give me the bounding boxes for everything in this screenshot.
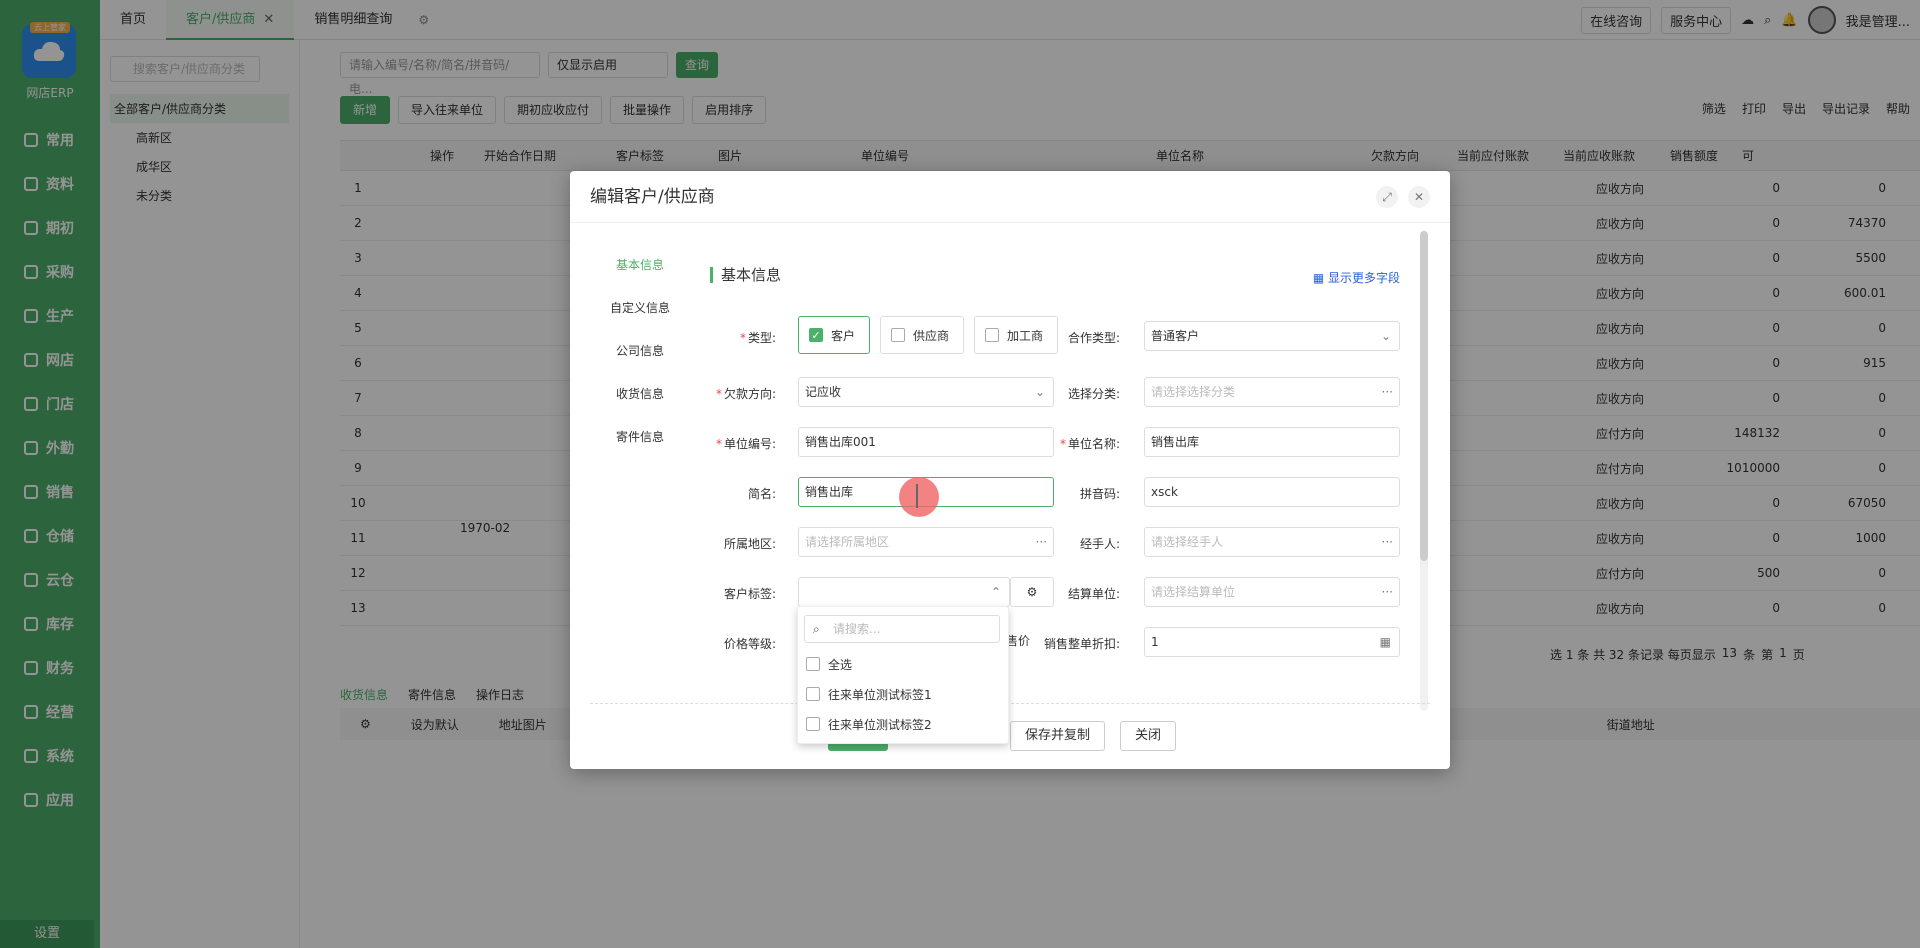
checkbox-icon [985,328,999,342]
dialog-scrollbar[interactable] [1420,231,1428,711]
tag-option-1[interactable]: 往来单位测试标签1 [806,682,932,706]
debt-label: * 欠款方向: [715,387,776,401]
code-label: * 单位编号: [715,437,776,451]
chevron-down-icon: ⌄ [1380,329,1391,343]
pinyin-input[interactable]: xsck [1144,477,1400,507]
type-customer-checkbox[interactable]: ✓ 客户 [798,316,870,354]
more-fields-label: 显示更多字段 [1327,271,1400,285]
settle-picker[interactable]: 请选择结算单位 ··· [1144,577,1400,607]
checkbox-icon [806,717,820,731]
option-label: 往来单位测试标签1 [828,687,932,702]
tag-dropdown: ⌕ 请搜索... 全选 往来单位测试标签1 往来单位测试标签2 [797,606,1009,744]
checkbox-icon [806,687,820,701]
checkbox-icon [806,657,820,671]
handler-label: 经手人: [1079,537,1120,551]
tag-search-input[interactable]: ⌕ 请搜索... [804,615,1000,643]
placeholder: 请选择所属地区 [805,535,890,549]
settle-label: 结算单位: [1067,587,1120,601]
more-icon[interactable]: ··· [1382,378,1393,406]
discount-input[interactable]: 1 ▦ [1144,627,1400,657]
placeholder: 请选择结算单位 [1151,585,1236,599]
show-more-fields-link[interactable]: ▦ 显示更多字段 [1313,269,1400,286]
pinyin-label: 拼音码: [1079,487,1120,501]
section-title: 基本信息 [710,267,781,283]
category-label: 选择分类: [1067,387,1120,401]
placeholder: 请选择选择分类 [1151,385,1236,399]
click-indicator [899,477,939,517]
customer-tag-select[interactable]: ⌃ [798,577,1010,607]
option-label: 往来单位测试标签2 [828,717,932,732]
option-label: 供应商 [913,328,950,343]
tag-option-all[interactable]: 全选 [806,652,852,676]
dialog-title: 编辑客户/供应商 [570,171,1450,223]
type-supplier-checkbox[interactable]: 供应商 [880,316,964,354]
coop-label: 合作类型: [1067,331,1120,345]
tag-option-2[interactable]: 往来单位测试标签2 [806,712,932,736]
input-value: 1 [1151,635,1159,649]
footer-divider [590,703,1430,704]
menu-company[interactable]: 公司信息 [590,341,690,384]
short-label: 简名: [747,487,776,501]
select-value: 普通客户 [1151,329,1200,343]
name-input[interactable]: 销售出库 [1144,427,1400,457]
select-value: 记应收 [805,385,842,399]
close-icon[interactable]: ✕ [1408,186,1430,208]
region-label: 所属地区: [723,537,776,551]
more-icon[interactable]: ··· [1382,528,1393,556]
maximize-icon[interactable]: ⤢ [1376,186,1398,208]
save-copy-button[interactable]: 保存并复制 [1010,721,1106,751]
placeholder: 请选择经手人 [1151,535,1224,549]
coop-type-select[interactable]: 普通客户 ⌄ [1144,321,1400,351]
checkbox-icon [891,328,905,342]
price-label: 价格等级: [723,637,776,651]
option-label: 客户 [831,328,856,343]
tag-label: 客户标签: [723,587,776,601]
type-label: * 类型: [739,331,776,345]
more-icon[interactable]: ··· [1382,578,1393,606]
grid-icon: ▦ [1312,271,1328,285]
check-icon: ✓ [809,328,823,342]
close-button[interactable]: 关闭 [1120,721,1177,751]
discount-label: 销售整单折扣: [1043,637,1120,651]
edit-dialog: 编辑客户/供应商 ⤢ ✕ 基本信息 自定义信息 公司信息 收货信息 寄件信息 基… [570,171,1450,769]
text-cursor-icon [916,484,918,508]
name-label: * 单位名称: [1059,437,1120,451]
handler-picker[interactable]: 请选择经手人 ··· [1144,527,1400,557]
option-label: 全选 [828,657,853,672]
scroll-thumb[interactable] [1420,231,1428,561]
menu-basic[interactable]: 基本信息 [590,255,690,298]
calculator-icon[interactable]: ▦ [1380,628,1391,656]
search-icon: ⌕ [813,622,820,636]
category-picker[interactable]: 请选择选择分类 ··· [1144,377,1400,407]
placeholder: 请搜索... [833,622,881,636]
